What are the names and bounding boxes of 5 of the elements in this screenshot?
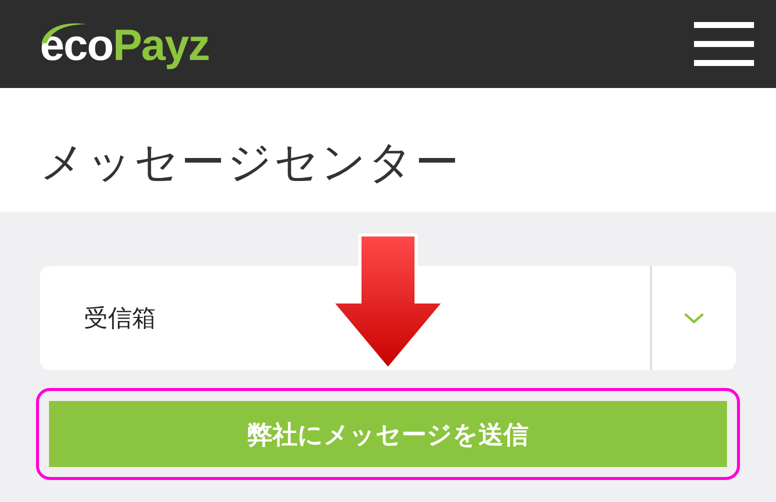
menu-icon[interactable] <box>694 22 754 66</box>
folder-dropdown[interactable]: 受信箱 <box>40 266 736 370</box>
logo[interactable]: ecoPayz <box>40 17 210 71</box>
chevron-down-icon <box>682 310 706 326</box>
page-title: メッセージセンター <box>40 136 461 190</box>
